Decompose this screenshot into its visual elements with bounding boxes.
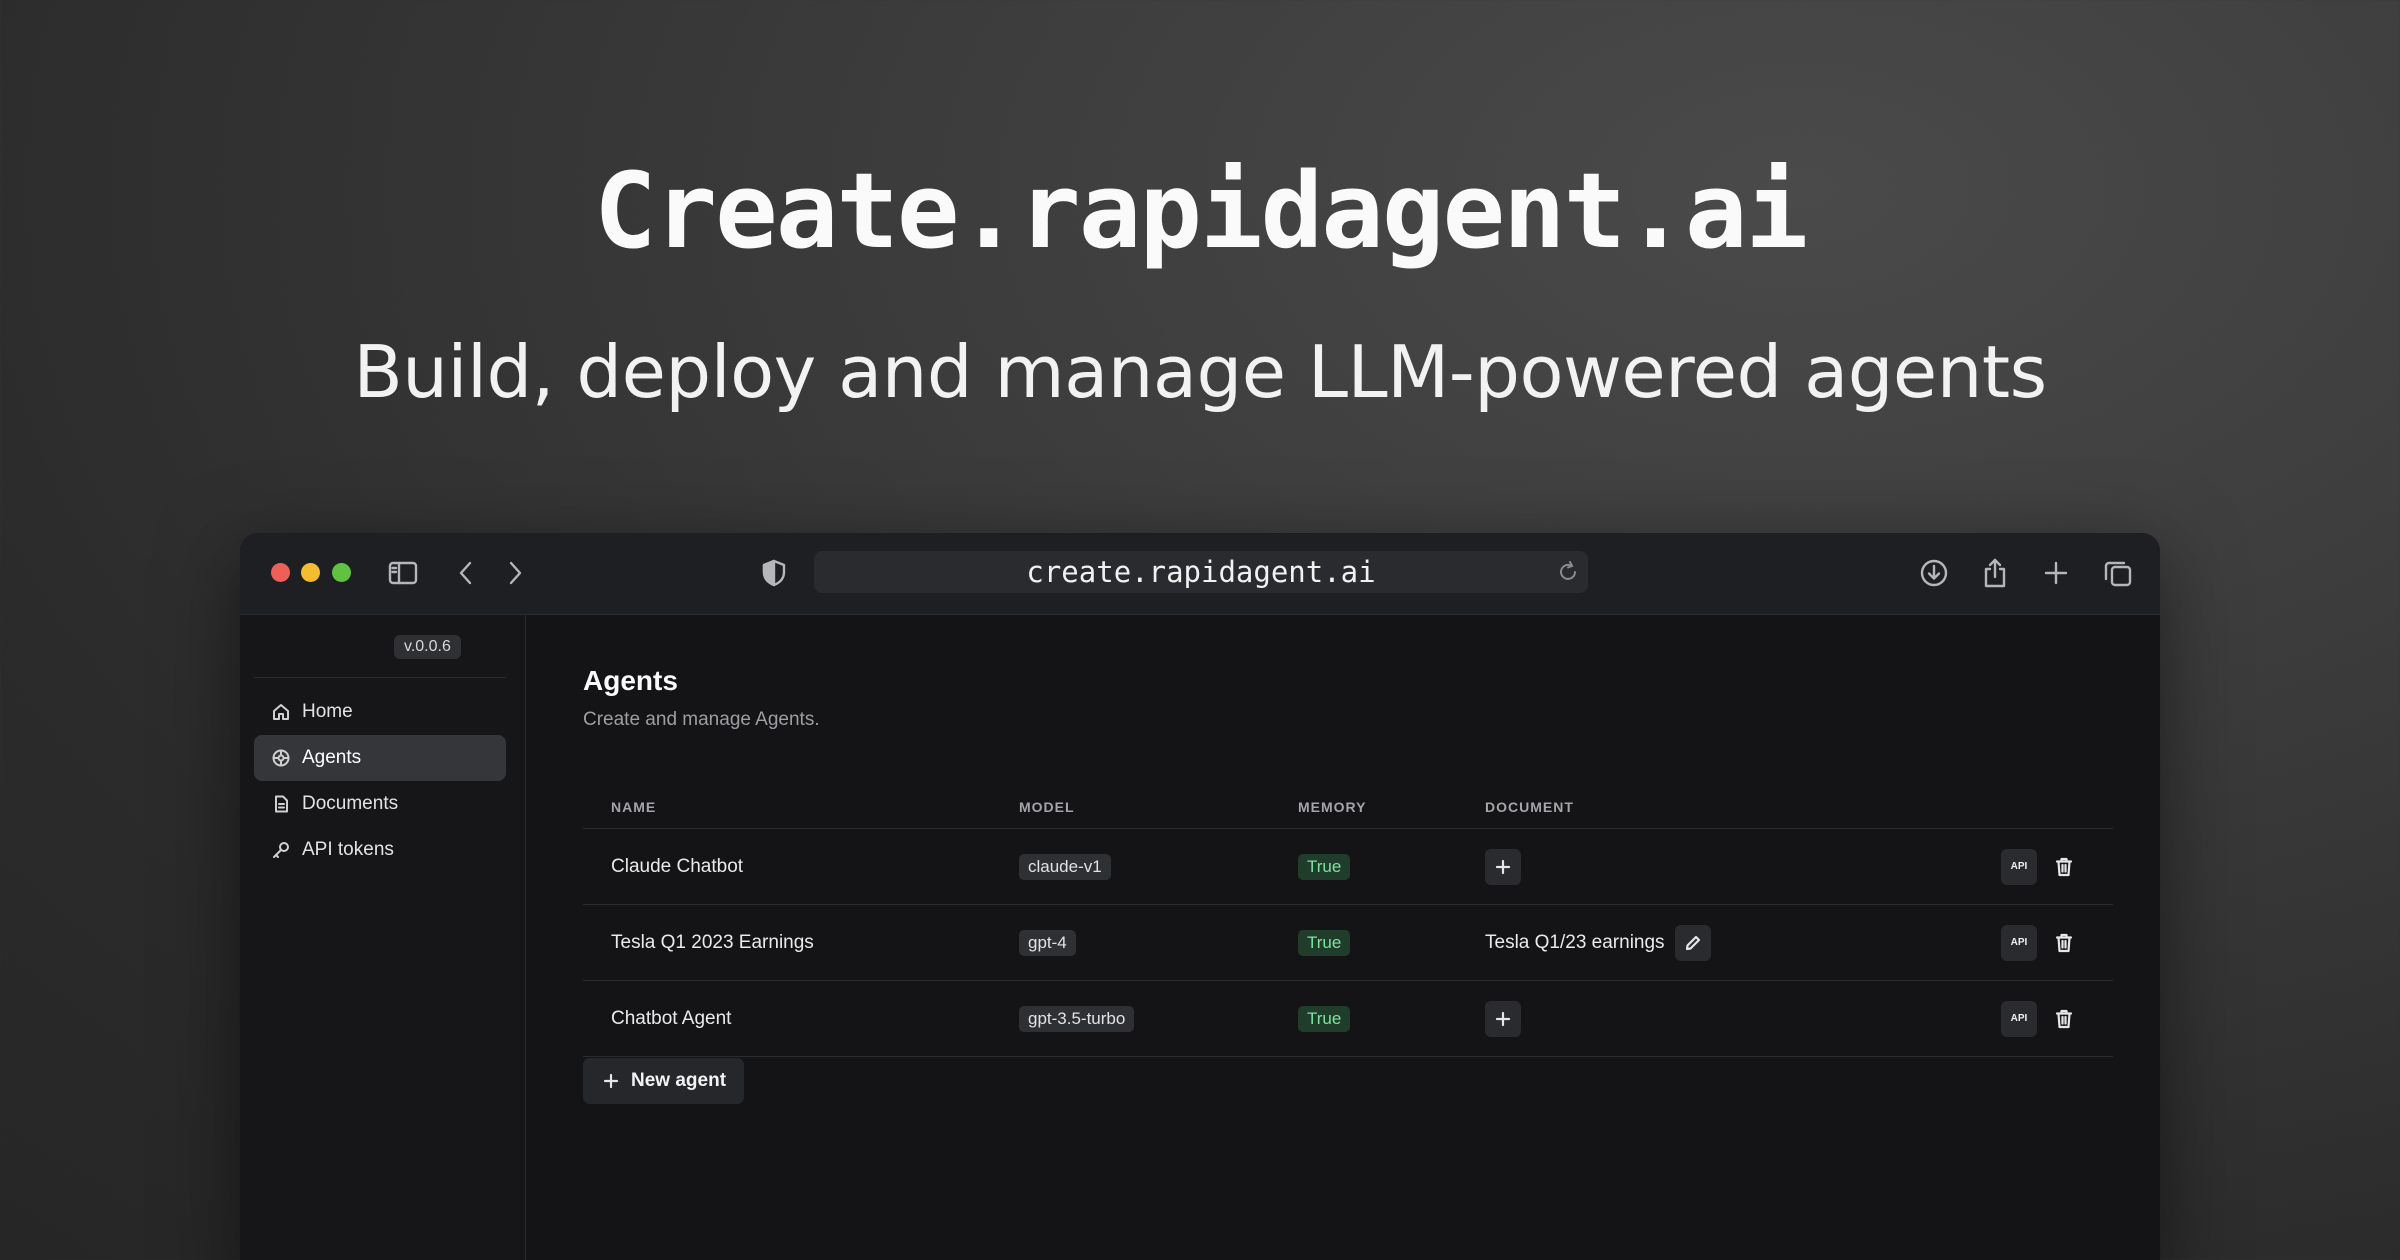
table-row[interactable]: Tesla Q1 2023 Earnings gpt-4 True Tesla … bbox=[583, 905, 2113, 981]
delete-agent-button[interactable] bbox=[2049, 849, 2079, 885]
table-row[interactable]: Chatbot Agent gpt-3.5-turbo True API bbox=[583, 981, 2113, 1057]
agents-table: NAME MODEL MEMORY DOCUMENT Claude Chatbo… bbox=[583, 793, 2113, 1057]
delete-agent-button[interactable] bbox=[2049, 1001, 2079, 1037]
url-text: create.rapidagent.ai bbox=[1026, 555, 1376, 589]
hero-title: Create.rapidagent.ai bbox=[593, 150, 1808, 272]
download-icon[interactable] bbox=[1916, 555, 1952, 591]
column-header-document[interactable]: DOCUMENT bbox=[1485, 799, 1574, 815]
agent-name[interactable]: Tesla Q1 2023 Earnings bbox=[611, 905, 814, 980]
agent-name[interactable]: Chatbot Agent bbox=[611, 981, 731, 1056]
sidebar-item-documents[interactable]: Documents bbox=[254, 781, 506, 827]
api-button[interactable]: API bbox=[2001, 924, 2037, 961]
table-row[interactable]: Claude Chatbot claude-v1 True API bbox=[583, 829, 2113, 905]
sidebar-item-label: Home bbox=[302, 701, 353, 722]
memory-badge: True bbox=[1298, 929, 1351, 956]
sidebar-item-agents[interactable]: Agents bbox=[254, 735, 506, 781]
column-header-name[interactable]: NAME bbox=[611, 799, 656, 815]
sidebar-divider bbox=[254, 677, 506, 678]
memory-badge: True bbox=[1298, 1005, 1351, 1032]
browser-titlebar: create.rapidagent.ai bbox=[240, 533, 2160, 615]
trash-icon bbox=[2055, 933, 2073, 952]
plus-icon bbox=[1495, 1011, 1511, 1026]
document-icon bbox=[272, 795, 290, 813]
add-document-button[interactable] bbox=[1485, 1000, 1521, 1037]
main-content: Agents Create and manage Agents. NAME MO… bbox=[527, 615, 2160, 1260]
close-window-button[interactable] bbox=[271, 563, 290, 582]
page-description: Create and manage Agents. bbox=[583, 709, 820, 730]
memory-badge: True bbox=[1298, 853, 1351, 880]
document-name[interactable]: Tesla Q1/23 earnings bbox=[1485, 932, 1665, 954]
sidebar: v.0.0.6 Home Agents Documents API tokens bbox=[240, 615, 526, 1260]
sidebar-item-api-tokens[interactable]: API tokens bbox=[254, 827, 506, 873]
sidebar-toggle-icon[interactable] bbox=[385, 555, 421, 591]
new-agent-label: New agent bbox=[631, 1070, 727, 1091]
page-title: Agents bbox=[583, 665, 678, 696]
sidebar-item-label: API tokens bbox=[302, 839, 394, 860]
api-button[interactable]: API bbox=[2001, 1000, 2037, 1037]
table-header: NAME MODEL MEMORY DOCUMENT bbox=[583, 793, 2113, 829]
new-agent-button[interactable]: New agent bbox=[583, 1058, 745, 1104]
reload-icon[interactable] bbox=[1556, 560, 1580, 584]
key-icon bbox=[272, 841, 290, 859]
sidebar-item-label: Documents bbox=[302, 793, 399, 814]
back-icon[interactable] bbox=[448, 555, 484, 591]
browser-window: create.rapidagent.ai v.0.0.6 Home Agents… bbox=[240, 533, 2160, 1260]
home-icon bbox=[272, 703, 290, 721]
column-header-memory[interactable]: MEMORY bbox=[1298, 799, 1366, 815]
shield-icon[interactable] bbox=[756, 555, 792, 591]
model-badge: gpt-4 bbox=[1019, 929, 1076, 956]
add-document-button[interactable] bbox=[1485, 848, 1521, 885]
api-button[interactable]: API bbox=[2001, 848, 2037, 885]
minimize-window-button[interactable] bbox=[301, 563, 320, 582]
plus-icon bbox=[1495, 859, 1511, 874]
agents-icon bbox=[272, 749, 290, 767]
sidebar-item-label: Agents bbox=[302, 747, 362, 768]
trash-icon bbox=[2055, 1009, 2073, 1028]
delete-agent-button[interactable] bbox=[2049, 925, 2079, 961]
share-icon[interactable] bbox=[1977, 555, 2013, 591]
version-badge: v.0.0.6 bbox=[394, 635, 461, 659]
agent-name[interactable]: Claude Chatbot bbox=[611, 829, 743, 904]
edit-document-button[interactable] bbox=[1674, 924, 1711, 961]
pencil-icon bbox=[1685, 935, 1700, 950]
forward-icon[interactable] bbox=[497, 555, 533, 591]
column-header-model[interactable]: MODEL bbox=[1019, 799, 1075, 815]
hero-subtitle: Build, deploy and manage LLM-powered age… bbox=[353, 330, 2047, 414]
new-tab-icon[interactable] bbox=[2038, 555, 2074, 591]
trash-icon bbox=[2055, 857, 2073, 876]
model-badge: gpt-3.5-turbo bbox=[1019, 1005, 1135, 1032]
model-badge: claude-v1 bbox=[1019, 853, 1111, 880]
tabs-overview-icon[interactable] bbox=[2100, 555, 2136, 591]
plus-icon bbox=[603, 1073, 619, 1089]
address-bar[interactable]: create.rapidagent.ai bbox=[814, 551, 1588, 593]
sidebar-item-home[interactable]: Home bbox=[254, 689, 506, 735]
maximize-window-button[interactable] bbox=[332, 563, 351, 582]
